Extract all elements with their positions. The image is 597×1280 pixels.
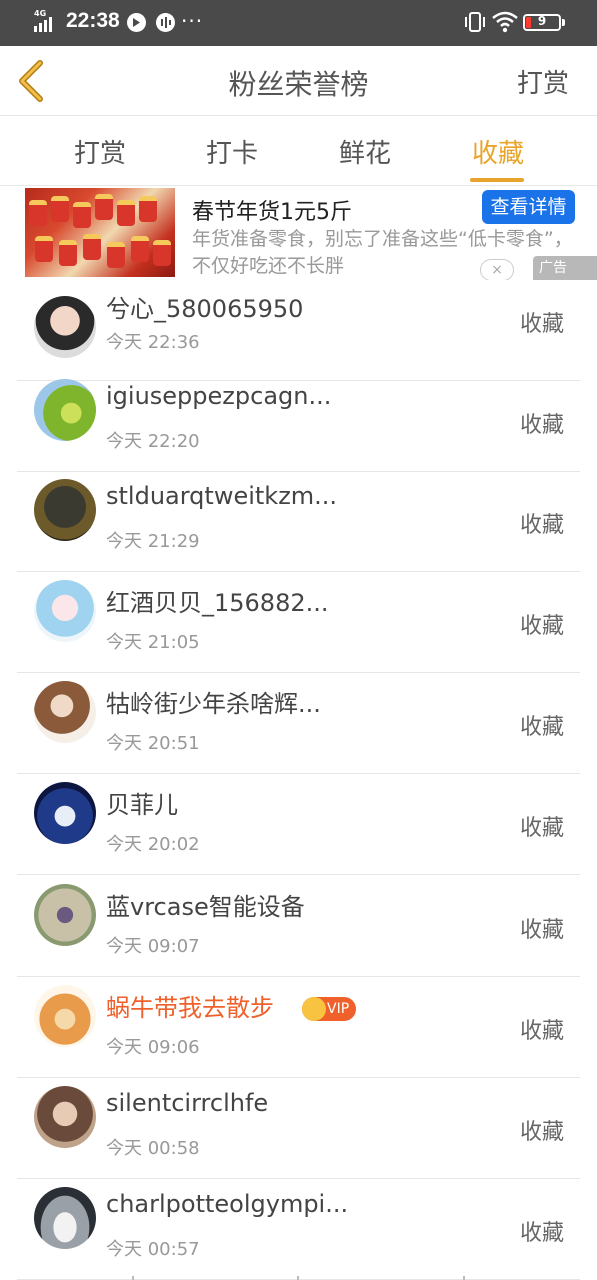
avatar[interactable] (34, 884, 96, 946)
favorite-label: 收藏 (519, 312, 564, 337)
user-name[interactable]: 兮心_580065950 (106, 289, 303, 324)
ad-banner[interactable]: 春节年货1元5斤 年货准备零食，别忘了准备这些“低卡零食”，不仅好吃还不长胖 查… (25, 188, 597, 280)
avatar[interactable] (34, 580, 96, 642)
active-tab-indicator (470, 178, 524, 182)
favorite-time: 今天 20:02 (106, 834, 200, 855)
avatar[interactable] (34, 681, 96, 743)
user-name[interactable]: 红酒贝贝_156882... (106, 583, 329, 618)
user-name[interactable]: igiuseppezpcagn... (106, 382, 331, 410)
list-item[interactable]: 红酒贝贝_156882... 今天 21:05 收藏 (17, 572, 580, 673)
favorite-time: 今天 00:57 (106, 1239, 200, 1260)
wifi-icon (491, 10, 519, 34)
music-notification-icon (156, 13, 175, 32)
vip-label: VIP (327, 1001, 350, 1017)
tab-bar: 打赏 打卡 鲜花 收藏 (0, 117, 597, 186)
ad-image (25, 188, 175, 277)
favorite-time: 今天 09:06 (106, 1037, 200, 1058)
list-item[interactable]: 蜗牛带我去散步 VIP 今天 09:06 收藏 (17, 977, 580, 1078)
status-time: 22:38 (66, 9, 120, 32)
user-name[interactable]: stlduarqtweitkzm... (106, 482, 337, 510)
crown-icon (302, 997, 326, 1021)
vibrate-icon (463, 11, 487, 33)
favorite-label: 收藏 (519, 918, 564, 943)
user-name[interactable]: silentcirrclhfe (106, 1089, 268, 1117)
favorite-label: 收藏 (519, 614, 564, 639)
favorite-label: 收藏 (519, 1120, 564, 1145)
tab-checkin[interactable]: 打卡 (206, 133, 258, 170)
app-notification-icon (127, 13, 146, 32)
user-name[interactable]: 蓝vrcase智能设备 (106, 887, 305, 922)
avatar[interactable] (34, 985, 96, 1047)
ad-details-button[interactable]: 查看详情 (482, 190, 575, 224)
list-item[interactable]: stlduarqtweitkzm... 今天 21:29 收藏 (17, 471, 580, 572)
user-name[interactable]: 贝菲儿 (106, 785, 178, 820)
battery-percent: 9 (537, 14, 547, 28)
favorite-label: 收藏 (519, 1221, 564, 1246)
user-name[interactable]: 牯岭街少年杀啥辉... (106, 684, 321, 719)
list-item[interactable]: silentcirrclhfe 今天 00:58 收藏 (17, 1078, 580, 1179)
page-title: 粉丝荣誉榜 (228, 68, 369, 101)
favorite-time: 今天 22:36 (106, 332, 200, 353)
list-bottom-edge (17, 1276, 580, 1280)
list-item[interactable]: 蓝vrcase智能设备今天 09:07 收藏 (17, 876, 580, 977)
favorite-label: 收藏 (519, 1019, 564, 1044)
avatar[interactable] (34, 379, 96, 441)
favorite-label: 收藏 (519, 513, 564, 538)
favorite-time: 今天 22:20 (106, 431, 200, 452)
user-name[interactable]: charlpotteolgympi... (106, 1190, 348, 1218)
more-notifications-icon: ··· (181, 9, 204, 33)
avatar[interactable] (34, 782, 96, 844)
ad-description: 年货准备零食，别忘了准备这些“低卡零食”，不仅好吃还不长胖 (192, 228, 573, 274)
list-item[interactable]: charlpotteolgympi... 今天 00:57 收藏 (17, 1179, 580, 1280)
tab-favorites[interactable]: 收藏 (472, 133, 524, 170)
tab-flowers[interactable]: 鲜花 (339, 133, 391, 170)
favorite-label: 收藏 (519, 816, 564, 841)
list-item[interactable]: 牯岭街少年杀啥辉... 今天 20:51 收藏 (17, 673, 580, 774)
network-label: 4G (34, 9, 47, 18)
avatar[interactable] (34, 1086, 96, 1148)
status-bar: 4G 22:38 ··· 9 (0, 0, 597, 46)
favorite-label: 收藏 (519, 413, 564, 438)
favorite-time: 今天 09:07 (106, 936, 200, 957)
avatar[interactable] (34, 296, 96, 358)
vip-badge: VIP (302, 997, 356, 1021)
tab-reward[interactable]: 打赏 (74, 133, 126, 170)
list-item[interactable]: 贝菲儿今天 20:02 收藏 (17, 774, 580, 875)
favorite-label: 收藏 (519, 715, 564, 740)
avatar[interactable] (34, 1187, 96, 1249)
avatar[interactable] (34, 479, 96, 541)
list-item[interactable]: igiuseppezpcagn... 今天 22:20 收藏 (17, 371, 580, 472)
ad-close-button[interactable]: × (480, 259, 514, 280)
favorite-time: 今天 21:29 (106, 531, 200, 552)
ad-title: 春节年货1元5斤 (192, 200, 352, 225)
favorite-time: 今天 00:58 (106, 1138, 200, 1159)
ad-label: 广告 (533, 256, 597, 280)
battery-icon: 9 (523, 14, 565, 31)
nav-bar: 粉丝荣誉榜 打赏 (0, 46, 597, 116)
list-item[interactable]: 兮心_580065950 今天 22:36 收藏 (17, 280, 580, 381)
signal-icon: 4G (34, 9, 58, 34)
reward-button[interactable]: 打赏 (517, 63, 569, 100)
favorite-time: 今天 21:05 (106, 632, 200, 653)
user-name[interactable]: 蜗牛带我去散步 (106, 988, 274, 1023)
favorite-time: 今天 20:51 (106, 733, 200, 754)
